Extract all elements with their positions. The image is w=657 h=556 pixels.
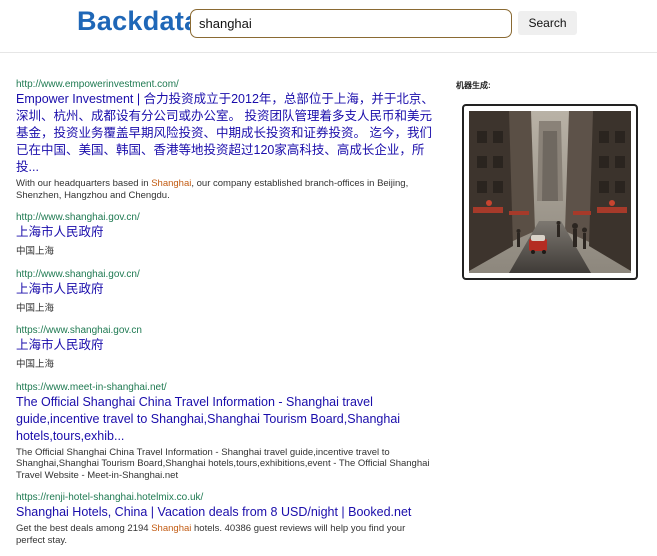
- result-title[interactable]: 上海市人民政府: [16, 224, 436, 241]
- result-title[interactable]: 上海市人民政府: [16, 281, 436, 298]
- sidebar: 机器生成:: [456, 80, 641, 280]
- result-url[interactable]: https://www.shanghai.gov.cn: [16, 324, 436, 337]
- snippet-highlight: Shanghai: [151, 523, 192, 534]
- shanghai-street-image: [469, 111, 631, 273]
- result-title[interactable]: 上海市人民政府: [16, 337, 436, 354]
- result-url[interactable]: http://www.empowerinvestment.com/: [16, 78, 436, 91]
- search-results: http://www.empowerinvestment.com/ Empowe…: [16, 78, 436, 556]
- result-title[interactable]: Shanghai Hotels, China | Vacation deals …: [16, 504, 436, 521]
- result-url[interactable]: http://www.shanghai.gov.cn/: [16, 211, 436, 224]
- result-url[interactable]: https://renji-hotel-shanghai.hotelmix.co…: [16, 491, 436, 504]
- result-snippet: With our headquarters based in Shanghai,…: [16, 178, 436, 201]
- result-item: https://www.shanghai.gov.cn 上海市人民政府 中国上海: [16, 324, 436, 371]
- result-snippet: 中国上海: [16, 246, 55, 257]
- snippet-text: With our headquarters based in: [16, 178, 152, 189]
- generated-label: 机器生成:: [456, 81, 491, 90]
- result-snippet: 中国上海: [16, 302, 55, 314]
- snippet-highlight: Shanghai: [151, 178, 192, 189]
- result-snippet: Get the best deals among 2194 Shanghai h…: [16, 523, 436, 546]
- result-snippet: 中国上海: [16, 359, 55, 370]
- logo[interactable]: Backdata: [77, 6, 199, 37]
- result-item: https://renji-hotel-shanghai.hotelmix.co…: [16, 491, 436, 546]
- generated-image-frame[interactable]: [462, 104, 638, 280]
- result-snippet: The Official Shanghai China Travel Infor…: [16, 446, 430, 481]
- header-bar: Backdata Search: [0, 0, 657, 53]
- result-item: http://www.shanghai.gov.cn/ 上海市人民政府 中国上海: [16, 211, 436, 258]
- result-item: http://www.shanghai.gov.cn/ 上海市人民政府 中国上海: [16, 268, 436, 315]
- result-item: http://www.empowerinvestment.com/ Empowe…: [16, 78, 436, 201]
- result-url[interactable]: https://www.meet-in-shanghai.net/: [16, 381, 436, 394]
- search-button[interactable]: Search: [518, 11, 577, 35]
- result-title[interactable]: The Official Shanghai China Travel Infor…: [16, 394, 436, 445]
- result-title[interactable]: Empower Investment | 合力投资成立于2012年，总部位于上海…: [16, 91, 436, 176]
- snippet-text: Get the best deals among 2194: [16, 523, 152, 534]
- result-url[interactable]: http://www.shanghai.gov.cn/: [16, 268, 436, 281]
- search-input[interactable]: [190, 9, 512, 38]
- result-item: https://www.meet-in-shanghai.net/ The Of…: [16, 381, 436, 482]
